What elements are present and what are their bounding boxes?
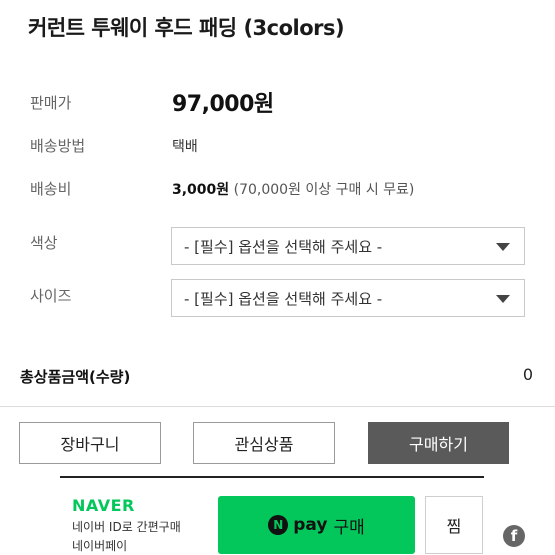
naver-pay-description: 네이버 ID로 간편구매	[72, 520, 181, 534]
size-select-value: - [필수] 옵션을 선택해 주세요 -	[184, 289, 383, 308]
divider	[0, 406, 555, 407]
color-option-label: 색상	[30, 234, 58, 252]
naver-wish-button[interactable]: 찜	[425, 496, 483, 554]
chevron-down-icon	[496, 243, 510, 251]
naver-pay-link[interactable]: 네이버페이	[72, 537, 127, 554]
shipping-method-label: 배송방법	[30, 137, 86, 155]
total-amount-value: 0	[522, 365, 533, 384]
color-select-value: - [필수] 옵션을 선택해 주세요 -	[184, 237, 383, 256]
price-label: 판매가	[30, 94, 72, 112]
naver-pay-text: pay	[293, 515, 328, 535]
shipping-fee-note: (70,000원 이상 구매 시 무료)	[233, 182, 415, 198]
shipping-fee-value: 3,000원	[172, 182, 230, 198]
add-to-cart-button[interactable]: 장바구니	[19, 422, 161, 464]
total-amount-label: 총상품금액(수량)	[20, 368, 131, 386]
naver-n-icon: N	[268, 515, 289, 535]
naver-logo: NAVER	[72, 496, 135, 515]
product-title: 커런트 투웨이 후드 패딩 (3colors)	[28, 16, 345, 40]
naver-pay-buy-button[interactable]: N pay 구매	[218, 496, 415, 554]
color-select[interactable]: - [필수] 옵션을 선택해 주세요 -	[171, 227, 525, 265]
size-option-label: 사이즈	[30, 287, 72, 305]
chevron-down-icon	[496, 295, 510, 303]
buy-now-button[interactable]: 구매하기	[368, 422, 509, 464]
add-to-wishlist-button[interactable]: 관심상품	[193, 422, 335, 464]
shipping-fee-label: 배송비	[30, 180, 72, 198]
shipping-method-value: 택배	[172, 139, 198, 155]
naver-pay-buy-label: 구매	[333, 517, 365, 538]
size-select[interactable]: - [필수] 옵션을 선택해 주세요 -	[171, 279, 525, 317]
price-value: 97,000원	[172, 92, 274, 117]
facebook-icon[interactable]: f	[503, 525, 525, 547]
shipping-fee: 3,000원 (70,000원 이상 구매 시 무료)	[172, 179, 414, 199]
